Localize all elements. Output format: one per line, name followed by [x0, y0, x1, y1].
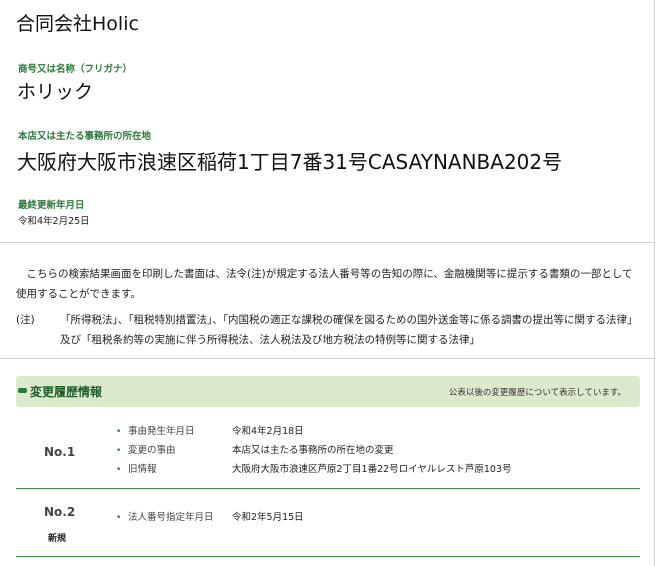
notice-note-text: 「所得税法」、「租税特別措置法」、「内国税の適正な課税の確保を図るための国外送金…	[60, 314, 638, 346]
address-label: 本店又は主たる事務所の所在地	[18, 131, 152, 142]
history-item-value: 令和4年2月18日	[232, 426, 304, 437]
history-item: • 法人番号指定年月日 令和2年5月15日	[116, 510, 636, 540]
updated-value: 令和4年2月25日	[18, 216, 90, 227]
history-section-header: 変更履歴情報 公表以後の変更履歴について表示しています。	[16, 376, 640, 407]
history-item-value: 本店又は主たる事務所の所在地の変更	[232, 445, 394, 456]
history-entry-items: • 法人番号指定年月日 令和2年5月15日	[116, 510, 636, 540]
address-value: 大阪府大阪市浪速区稲荷1丁目7番31号CASAYNANBA202号	[17, 150, 563, 174]
history-item: • 旧情報 大阪府大阪市浪速区芦原2丁目1番22号ロイヤルレスト芦原103号	[116, 462, 636, 481]
notice-note: (注) 「所得税法」、「租税特別措置法」、「内国税の適正な課税の確保を図るための…	[16, 310, 638, 350]
history-item-key: 法人番号指定年月日	[128, 512, 214, 523]
history-entry-badge: 新規	[48, 534, 67, 544]
notice-body: こちらの検索結果画面を印刷した書面は、法令(注)が規定する法人番号等の告知の際に…	[16, 268, 633, 300]
history-entry-items: • 事由発生年月日 令和4年2月18日 • 変更の事由 本店又は主たる事務所の所…	[116, 424, 636, 481]
section-marker-icon	[18, 388, 27, 393]
bullet-icon: •	[116, 513, 122, 523]
history-item-key: 変更の事由	[128, 445, 176, 456]
corporate-detail-page: 合同会社Holic 商号又は名称（フリガナ） ホリック 本店又は主たる事務所の所…	[0, 0, 655, 566]
divider	[0, 358, 655, 359]
notice-note-label: (注)	[16, 314, 35, 326]
notice-block: こちらの検索結果画面を印刷した書面は、法令(注)が規定する法人番号等の告知の際に…	[16, 264, 638, 350]
history-item: • 事由発生年月日 令和4年2月18日	[116, 424, 636, 443]
history-item-value: 大阪府大阪市浪速区芦原2丁目1番22号ロイヤルレスト芦原103号	[232, 464, 512, 475]
history-item-key: 旧情報	[128, 464, 157, 475]
furigana-label: 商号又は名称（フリガナ）	[18, 64, 133, 75]
history-item: • 変更の事由 本店又は主たる事務所の所在地の変更	[116, 443, 636, 462]
history-separator	[16, 488, 640, 489]
history-entry-number: No.2	[44, 505, 76, 519]
history-title: 変更履歴情報	[30, 385, 103, 399]
history-item-value: 令和2年5月15日	[232, 512, 304, 523]
history-item-key: 事由発生年月日	[128, 426, 195, 437]
company-name: 合同会社Holic	[16, 13, 139, 35]
updated-label: 最終更新年月日	[18, 200, 85, 211]
history-entry-number: No.1	[44, 445, 76, 459]
history-separator	[16, 556, 640, 557]
history-note: 公表以後の変更履歴について表示しています。	[448, 388, 626, 398]
bullet-icon: •	[116, 465, 122, 475]
furigana-value: ホリック	[17, 81, 94, 103]
divider	[0, 242, 655, 243]
bullet-icon: •	[116, 446, 122, 456]
bullet-icon: •	[116, 427, 122, 437]
